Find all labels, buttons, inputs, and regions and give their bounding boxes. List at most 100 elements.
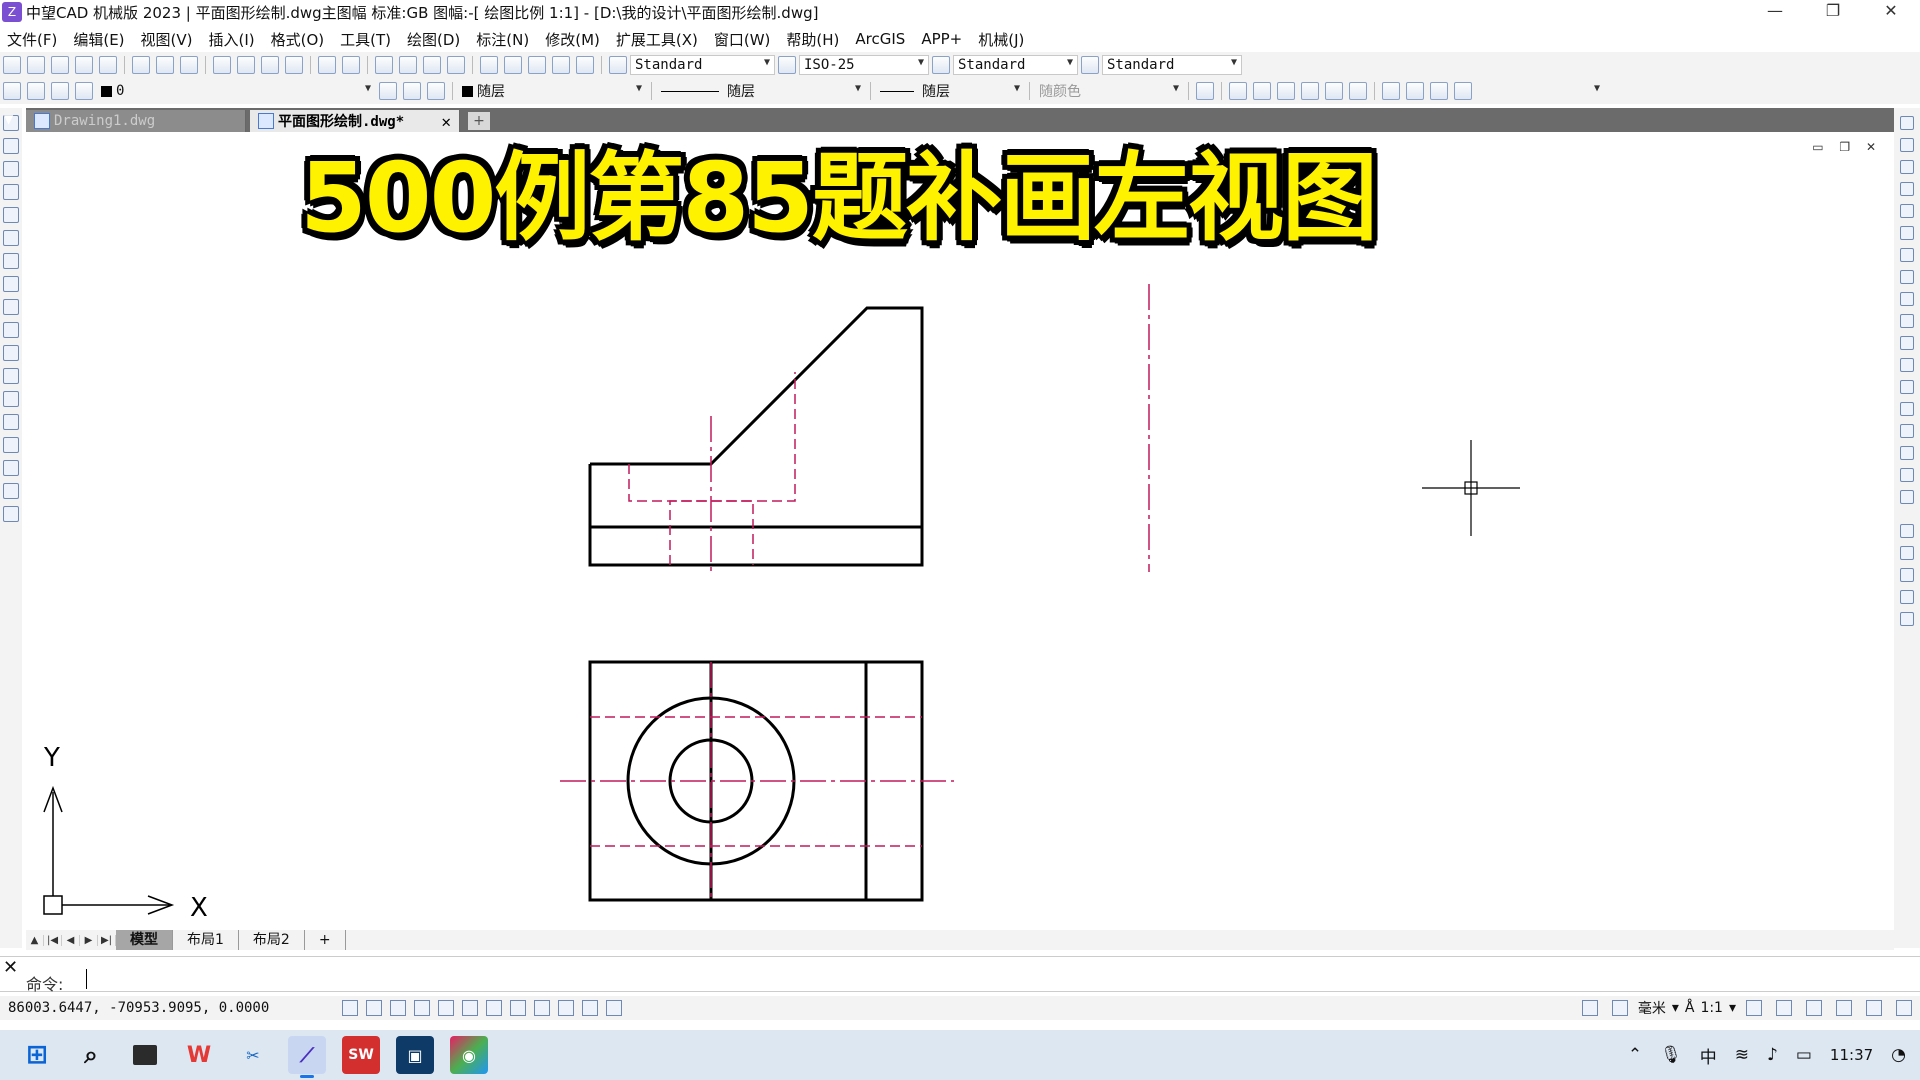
snap-grid-icon[interactable] bbox=[342, 1000, 358, 1016]
zoom-realtime-icon[interactable] bbox=[399, 56, 417, 74]
insert-block-icon[interactable] bbox=[3, 368, 19, 384]
redo-icon[interactable] bbox=[342, 56, 360, 74]
polygon-icon[interactable] bbox=[3, 184, 19, 200]
windows-start-icon[interactable]: ⊞ bbox=[18, 1036, 56, 1074]
join-icon[interactable] bbox=[1900, 402, 1914, 416]
cut-icon[interactable] bbox=[213, 56, 231, 74]
chamfer-icon[interactable] bbox=[1900, 424, 1914, 438]
publish-icon[interactable] bbox=[180, 56, 198, 74]
restore-button[interactable]: ❐ bbox=[1804, 0, 1862, 24]
left-view-icon[interactable] bbox=[1277, 82, 1295, 100]
app-blue-icon[interactable]: ▣ bbox=[396, 1036, 434, 1074]
chevron-down-icon[interactable]: ▾ bbox=[1672, 1000, 1679, 1016]
right-view-icon[interactable] bbox=[1301, 82, 1319, 100]
layer-lock-icon[interactable] bbox=[75, 82, 93, 100]
break-at-point-icon[interactable] bbox=[1900, 358, 1914, 372]
dynamic-input-icon[interactable] bbox=[510, 1000, 526, 1016]
menu-modify[interactable]: 修改(M) bbox=[545, 29, 600, 50]
named-view-select[interactable]: ▼ bbox=[1485, 81, 1605, 101]
ellipse-icon[interactable] bbox=[3, 322, 19, 338]
close-window-button[interactable]: ✕ bbox=[1862, 0, 1920, 24]
stretch-icon[interactable] bbox=[1900, 292, 1914, 306]
group-icon[interactable] bbox=[1900, 546, 1914, 560]
app-color-icon[interactable]: ◉ bbox=[450, 1036, 488, 1074]
save-as-icon[interactable] bbox=[75, 56, 93, 74]
unit-label[interactable]: 毫米 bbox=[1638, 998, 1666, 1018]
ungroup-icon[interactable] bbox=[1900, 568, 1914, 582]
color-select[interactable]: 随层 ▼ bbox=[457, 81, 647, 101]
wps-icon[interactable]: W bbox=[180, 1036, 218, 1074]
file-explorer-icon[interactable] bbox=[126, 1036, 164, 1074]
add-layout-button[interactable]: + bbox=[305, 930, 346, 950]
se-iso-view-icon[interactable] bbox=[1406, 82, 1424, 100]
ime-indicator[interactable]: 中 bbox=[1700, 1043, 1717, 1068]
tab-drawing1[interactable]: Drawing1.dwg bbox=[26, 110, 246, 132]
menu-format[interactable]: 格式(O) bbox=[271, 29, 325, 50]
help-icon[interactable] bbox=[576, 56, 594, 74]
dim-style-select[interactable]: ISO-25 ▼ bbox=[799, 55, 929, 75]
hatch-icon[interactable] bbox=[3, 437, 19, 453]
menu-arcgis[interactable]: ArcGIS bbox=[855, 30, 905, 48]
ortho-icon[interactable] bbox=[390, 1000, 406, 1016]
menu-view[interactable]: 视图(V) bbox=[141, 29, 193, 50]
offset-icon[interactable] bbox=[1900, 182, 1914, 196]
zoom-previous-icon[interactable] bbox=[447, 56, 465, 74]
spline-icon[interactable] bbox=[3, 299, 19, 315]
tab-plane-drawing[interactable]: 平面图形绘制.dwg* ✕ bbox=[250, 110, 460, 132]
mleader-style-select[interactable]: Standard ▼ bbox=[1102, 55, 1242, 75]
annotation-visibility-icon[interactable] bbox=[1746, 1000, 1762, 1016]
chevron-down-icon[interactable]: ▾ bbox=[1729, 1000, 1736, 1016]
print-preview-icon[interactable] bbox=[156, 56, 174, 74]
match-properties-icon[interactable] bbox=[285, 56, 303, 74]
transparency-icon[interactable] bbox=[558, 1000, 574, 1016]
explode-icon[interactable] bbox=[1900, 468, 1914, 482]
annotation-scale-value[interactable]: 1:1 bbox=[1700, 1000, 1723, 1016]
nw-iso-view-icon[interactable] bbox=[1454, 82, 1472, 100]
layer-manager-icon[interactable] bbox=[3, 82, 21, 100]
table-icon[interactable] bbox=[3, 483, 19, 499]
bottom-view-icon[interactable] bbox=[1253, 82, 1271, 100]
make-current-layer-icon[interactable] bbox=[379, 82, 397, 100]
design-center-icon[interactable] bbox=[504, 56, 522, 74]
copy-object-icon[interactable] bbox=[1900, 138, 1914, 152]
solidworks-icon[interactable]: SW bbox=[342, 1036, 380, 1074]
undo-icon[interactable] bbox=[318, 56, 336, 74]
menu-draw[interactable]: 绘图(D) bbox=[407, 29, 460, 50]
object-snap-tracking-icon[interactable] bbox=[462, 1000, 478, 1016]
menu-insert[interactable]: 插入(I) bbox=[209, 29, 255, 50]
text-style-select[interactable]: Standard ▼ bbox=[630, 55, 775, 75]
ne-iso-view-icon[interactable] bbox=[1430, 82, 1448, 100]
open-file-icon[interactable] bbox=[27, 56, 45, 74]
tab-model[interactable]: 模型 bbox=[116, 930, 173, 950]
auto-scale-icon[interactable] bbox=[1776, 1000, 1792, 1016]
zwcad-taskbar-icon[interactable]: ⟋ bbox=[288, 1036, 326, 1078]
close-command-line-icon[interactable]: ✕ bbox=[3, 957, 18, 978]
rotate-icon[interactable] bbox=[1900, 248, 1914, 262]
edit-properties-icon[interactable] bbox=[1900, 490, 1914, 504]
zoom-window-icon[interactable] bbox=[423, 56, 441, 74]
trim-icon[interactable] bbox=[1900, 314, 1914, 328]
workspace-icon[interactable] bbox=[1806, 1000, 1822, 1016]
lineweight-select[interactable]: 随层 ▼ bbox=[875, 81, 1025, 101]
layer-select[interactable]: 0 ▼ bbox=[96, 81, 376, 101]
copy-icon[interactable] bbox=[237, 56, 255, 74]
save-icon[interactable] bbox=[51, 56, 69, 74]
region-icon[interactable] bbox=[3, 460, 19, 476]
xref-icon[interactable] bbox=[1900, 590, 1914, 604]
grid-display-icon[interactable] bbox=[366, 1000, 382, 1016]
menu-file[interactable]: 文件(F) bbox=[7, 29, 57, 50]
microphone-icon[interactable]: 🎙 bbox=[1660, 1045, 1682, 1065]
selection-cycling-icon[interactable] bbox=[582, 1000, 598, 1016]
fillet-icon[interactable] bbox=[1900, 446, 1914, 460]
menu-mechanical[interactable]: 机械(J) bbox=[978, 29, 1024, 50]
search-icon[interactable]: ⌕ bbox=[72, 1036, 110, 1074]
polyline-icon[interactable] bbox=[3, 161, 19, 177]
settings-gear-icon[interactable] bbox=[1836, 1000, 1852, 1016]
back-view-icon[interactable] bbox=[1349, 82, 1367, 100]
array-icon[interactable] bbox=[1900, 204, 1914, 218]
top-view-icon[interactable] bbox=[1229, 82, 1247, 100]
first-layout-icon[interactable]: |◀ bbox=[44, 934, 62, 946]
command-line[interactable]: ✕ 命令: bbox=[0, 956, 1920, 994]
object-snap-icon[interactable] bbox=[438, 1000, 454, 1016]
scroll-up-icon[interactable]: ▲ bbox=[26, 934, 44, 946]
